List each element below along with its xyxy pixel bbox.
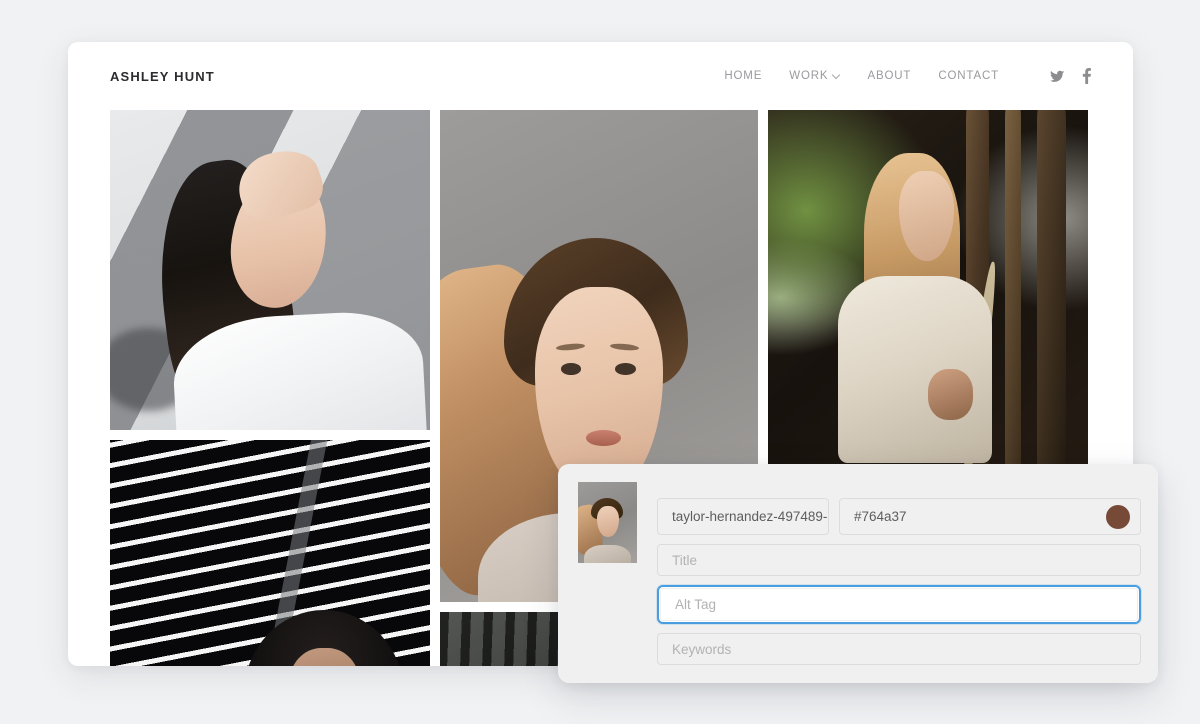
color-input[interactable]: #764a37 bbox=[839, 498, 1141, 535]
social-links bbox=[1050, 68, 1091, 84]
thumbnail-body bbox=[583, 545, 632, 563]
photo-lips bbox=[586, 429, 622, 446]
nav-item-work[interactable]: WORK bbox=[789, 70, 840, 82]
photo-top bbox=[838, 275, 992, 463]
photo-hand bbox=[928, 369, 973, 420]
nav-item-contact-label: CONTACT bbox=[938, 70, 999, 82]
image-metadata-panel: taylor-hernandez-497489- #764a37 Title A… bbox=[558, 464, 1158, 683]
selected-image-thumbnail[interactable] bbox=[578, 482, 637, 563]
photo-tree-trunk bbox=[1004, 110, 1021, 470]
facebook-icon[interactable] bbox=[1082, 68, 1091, 84]
site-header: ASHLEY HUNT HOME WORK ABOUT CONTACT bbox=[68, 42, 1133, 110]
nav-item-home[interactable]: HOME bbox=[724, 70, 762, 82]
main-navigation: HOME WORK ABOUT CONTACT bbox=[724, 68, 1091, 84]
alt-tag-input[interactable]: Alt Tag bbox=[660, 588, 1138, 621]
color-swatch[interactable] bbox=[1106, 504, 1130, 529]
photo-tree-trunk bbox=[1036, 110, 1066, 470]
photo-eye-right bbox=[614, 363, 636, 376]
alt-tag-field-focus-ring: Alt Tag bbox=[657, 585, 1141, 624]
chevron-down-icon bbox=[833, 72, 840, 79]
photo-face bbox=[535, 287, 663, 494]
filename-input[interactable]: taylor-hernandez-497489- bbox=[657, 498, 829, 535]
twitter-icon[interactable] bbox=[1050, 69, 1065, 84]
nav-item-about[interactable]: ABOUT bbox=[867, 70, 911, 82]
gallery-photo-portrait-shadow[interactable] bbox=[110, 110, 430, 430]
gallery-photo-jungle-portrait[interactable] bbox=[768, 110, 1088, 470]
keywords-input[interactable]: Keywords bbox=[657, 633, 1141, 665]
color-value: #764a37 bbox=[854, 509, 907, 524]
brand-logo[interactable]: ASHLEY HUNT bbox=[110, 69, 215, 84]
nav-item-contact[interactable]: CONTACT bbox=[938, 70, 999, 82]
gallery-column-1 bbox=[110, 110, 430, 666]
gallery-photo-blinds[interactable] bbox=[110, 440, 430, 666]
filename-color-row: taylor-hernandez-497489- #764a37 bbox=[657, 498, 1141, 535]
nav-item-home-label: HOME bbox=[724, 70, 763, 82]
metadata-fields: taylor-hernandez-497489- #764a37 Title A… bbox=[657, 482, 1141, 665]
title-input[interactable]: Title bbox=[657, 544, 1141, 576]
nav-item-about-label: ABOUT bbox=[867, 70, 912, 82]
nav-item-work-label: WORK bbox=[789, 70, 829, 82]
